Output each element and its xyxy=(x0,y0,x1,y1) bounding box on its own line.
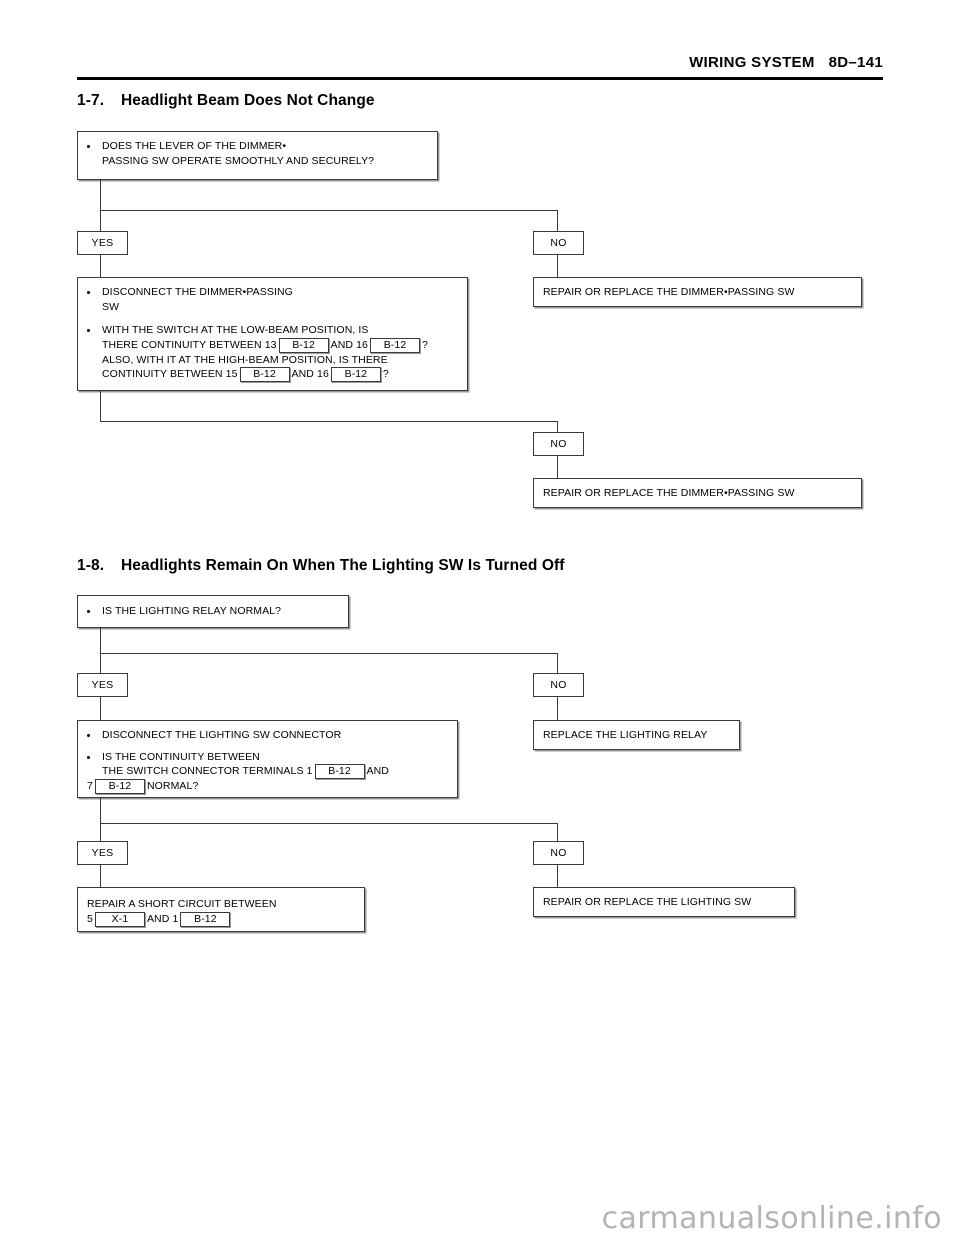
q4-l4-text-b: NORMAL? xyxy=(146,780,199,792)
q4-l3-text-a: THE SWITCH CONNECTOR TERMINALS 1 xyxy=(102,765,313,777)
connector-chip-b12-t1: B-12 xyxy=(314,764,365,779)
result-no-3-text: REPLACE THE LIGHTING RELAY xyxy=(543,728,708,741)
connector-chip-b12-16b: B-12 xyxy=(330,367,381,382)
result-yes-4-line-1: REPAIR A SHORT CIRCUIT BETWEEN xyxy=(87,898,277,910)
ry4-text-b: AND 1 xyxy=(146,912,179,925)
q4-l3-text-b: AND xyxy=(366,765,389,777)
flow-node-question-3: IS THE LIGHTING RELAY NORMAL? xyxy=(77,595,349,628)
branch-label-yes-1: YES xyxy=(77,231,128,255)
result-no-4-text: REPAIR OR REPLACE THE LIGHTING SW xyxy=(543,895,752,908)
result-no-1-text: REPAIR OR REPLACE THE DIMMER•PASSING SW xyxy=(543,285,795,298)
connector-q4-no-drop xyxy=(557,823,558,842)
question-2-bullet-2: WITH THE SWITCH AT THE LOW-BEAM POSITION… xyxy=(78,323,467,382)
flow-node-result-no-4: REPAIR OR REPLACE THE LIGHTING SW xyxy=(533,887,795,917)
connector-no4-to-result xyxy=(557,865,558,887)
question-2-line-4: THERE CONTINUITY BETWEEN 13 B-12 AND 16 B-1… xyxy=(102,337,467,353)
connector-q2-split xyxy=(100,421,557,422)
flow-node-question-1: DOES THE LEVER OF THE DIMMER• PASSING SW… xyxy=(77,131,438,180)
question-2-line-1: DISCONNECT THE DIMMER•PASSING xyxy=(102,286,293,298)
section-number-1-8: 1-8. xyxy=(77,557,105,574)
q2-l4-text-b: AND 16 xyxy=(330,338,368,351)
connector-yes3-to-q4 xyxy=(100,697,101,720)
flow-node-question-2: DISCONNECT THE DIMMER•PASSING SW WITH TH… xyxy=(77,277,468,391)
connector-no2-to-result xyxy=(557,456,558,478)
question-4-line-4: 7 B-12 NORMAL? xyxy=(87,779,457,794)
question-1-line-2: PASSING SW OPERATE SMOOTHLY AND SECURELY… xyxy=(102,154,375,167)
connector-no1-to-result xyxy=(557,255,558,277)
branch-label-no-1: NO xyxy=(533,231,584,255)
branch-label-yes-4: YES xyxy=(77,841,128,865)
question-4-line-1: DISCONNECT THE LIGHTING SW CONNECTOR xyxy=(102,729,342,741)
connector-no3-to-result xyxy=(557,697,558,720)
section-heading-1-7: 1-7. Headlight Beam Does Not Change xyxy=(77,92,375,110)
section-heading-1-8: 1-8. Headlights Remain On When The Lighti… xyxy=(77,557,565,575)
connector-chip-b12-1: B-12 xyxy=(180,911,231,927)
connector-q3-yes-drop xyxy=(100,653,101,673)
branch-label-no-2: NO xyxy=(533,432,584,456)
connector-chip-b12-t7: B-12 xyxy=(94,779,145,794)
connector-q4-down xyxy=(100,798,101,824)
connector-chip-b12-16a: B-12 xyxy=(370,337,420,353)
connector-chip-b12-13: B-12 xyxy=(278,337,329,353)
question-2-bullet-1: DISCONNECT THE DIMMER•PASSING SW xyxy=(78,285,467,314)
header-rule xyxy=(77,77,883,80)
question-2-line-6: CONTINUITY BETWEEN 15 B-12 AND 16 B-12? xyxy=(102,367,467,382)
q2-l6-text-b: AND 16 xyxy=(291,368,329,380)
question-2-line-5: ALSO, WITH IT AT THE HIGH-BEAM POSITION,… xyxy=(102,353,388,366)
q2-l6-text-a: CONTINUITY BETWEEN 15 xyxy=(102,368,238,380)
connector-yes4-to-result xyxy=(100,865,101,887)
connector-q4-split xyxy=(100,823,557,824)
question-3-line-1: IS THE LIGHTING RELAY NORMAL? xyxy=(102,605,282,618)
q2-l4-text-a: THERE CONTINUITY BETWEEN 13 xyxy=(102,338,277,351)
connector-q1-no-drop xyxy=(557,210,558,231)
question-4-bullet-2: IS THE CONTINUITY BETWEEN THE SWITCH CON… xyxy=(78,750,457,794)
page-header: WIRING SYSTEM 8D–141 xyxy=(77,54,883,80)
flow-node-result-no-3: REPLACE THE LIGHTING RELAY xyxy=(533,720,740,750)
question-4-line-2: IS THE CONTINUITY BETWEEN xyxy=(102,750,260,763)
page-number: 8D–141 xyxy=(828,54,883,71)
section-title-1-8: Headlights Remain On When The Lighting S… xyxy=(121,557,565,574)
header-book-title: WIRING SYSTEM xyxy=(689,54,815,71)
connector-q3-split xyxy=(100,653,557,654)
question-2-line-2: SW xyxy=(102,300,120,313)
q2-l6-text-c: ? xyxy=(382,368,389,380)
q2-l4-text-c: ? xyxy=(422,338,428,351)
question-2-line-3: WITH THE SWITCH AT THE LOW-BEAM POSITION… xyxy=(102,324,369,336)
question-1-line-1: DOES THE LEVER OF THE DIMMER• xyxy=(102,140,287,152)
result-no-2-text: REPAIR OR REPLACE THE DIMMER•PASSING SW xyxy=(543,486,795,499)
flow-node-result-no-1: REPAIR OR REPLACE THE DIMMER•PASSING SW xyxy=(533,277,862,307)
connector-yes1-to-q2 xyxy=(100,255,101,277)
site-watermark: carmanualsonline.info xyxy=(601,1201,942,1236)
ry4-text-a: 5 xyxy=(87,912,93,925)
connector-q1-split xyxy=(100,210,557,211)
section-number-1-7: 1-7. xyxy=(77,92,105,109)
connector-q2-down xyxy=(100,391,101,422)
connector-q1-down xyxy=(100,180,101,211)
connector-chip-b12-15: B-12 xyxy=(239,367,290,382)
flow-node-result-no-2: REPAIR OR REPLACE THE DIMMER•PASSING SW xyxy=(533,478,862,508)
question-4-bullet-1: DISCONNECT THE LIGHTING SW CONNECTOR xyxy=(78,728,457,743)
branch-label-yes-3: YES xyxy=(77,673,128,697)
question-3-bullet-1: IS THE LIGHTING RELAY NORMAL? xyxy=(78,604,348,619)
connector-q3-down xyxy=(100,628,101,654)
question-4-line-3: THE SWITCH CONNECTOR TERMINALS 1 B-12 AND xyxy=(102,764,457,779)
result-yes-4-line-2: 5 X-1 AND 1 B-12 xyxy=(78,911,364,927)
flow-node-question-4: DISCONNECT THE LIGHTING SW CONNECTOR IS … xyxy=(77,720,458,798)
q4-l4-text-a: 7 xyxy=(87,780,93,792)
connector-chip-x1-5: X-1 xyxy=(94,911,145,927)
flow-node-result-yes-4: REPAIR A SHORT CIRCUIT BETWEEN 5 X-1 AND 1… xyxy=(77,887,365,932)
section-title-1-7: Headlight Beam Does Not Change xyxy=(121,92,375,109)
connector-q3-no-drop xyxy=(557,653,558,673)
question-1-bullet-1: DOES THE LEVER OF THE DIMMER• PASSING SW… xyxy=(78,139,437,168)
connector-q1-yes-drop xyxy=(100,210,101,231)
connector-q4-yes-drop xyxy=(100,823,101,842)
header-text-group: WIRING SYSTEM 8D–141 xyxy=(689,54,883,71)
branch-label-no-3: NO xyxy=(533,673,584,697)
branch-label-no-4: NO xyxy=(533,841,584,865)
